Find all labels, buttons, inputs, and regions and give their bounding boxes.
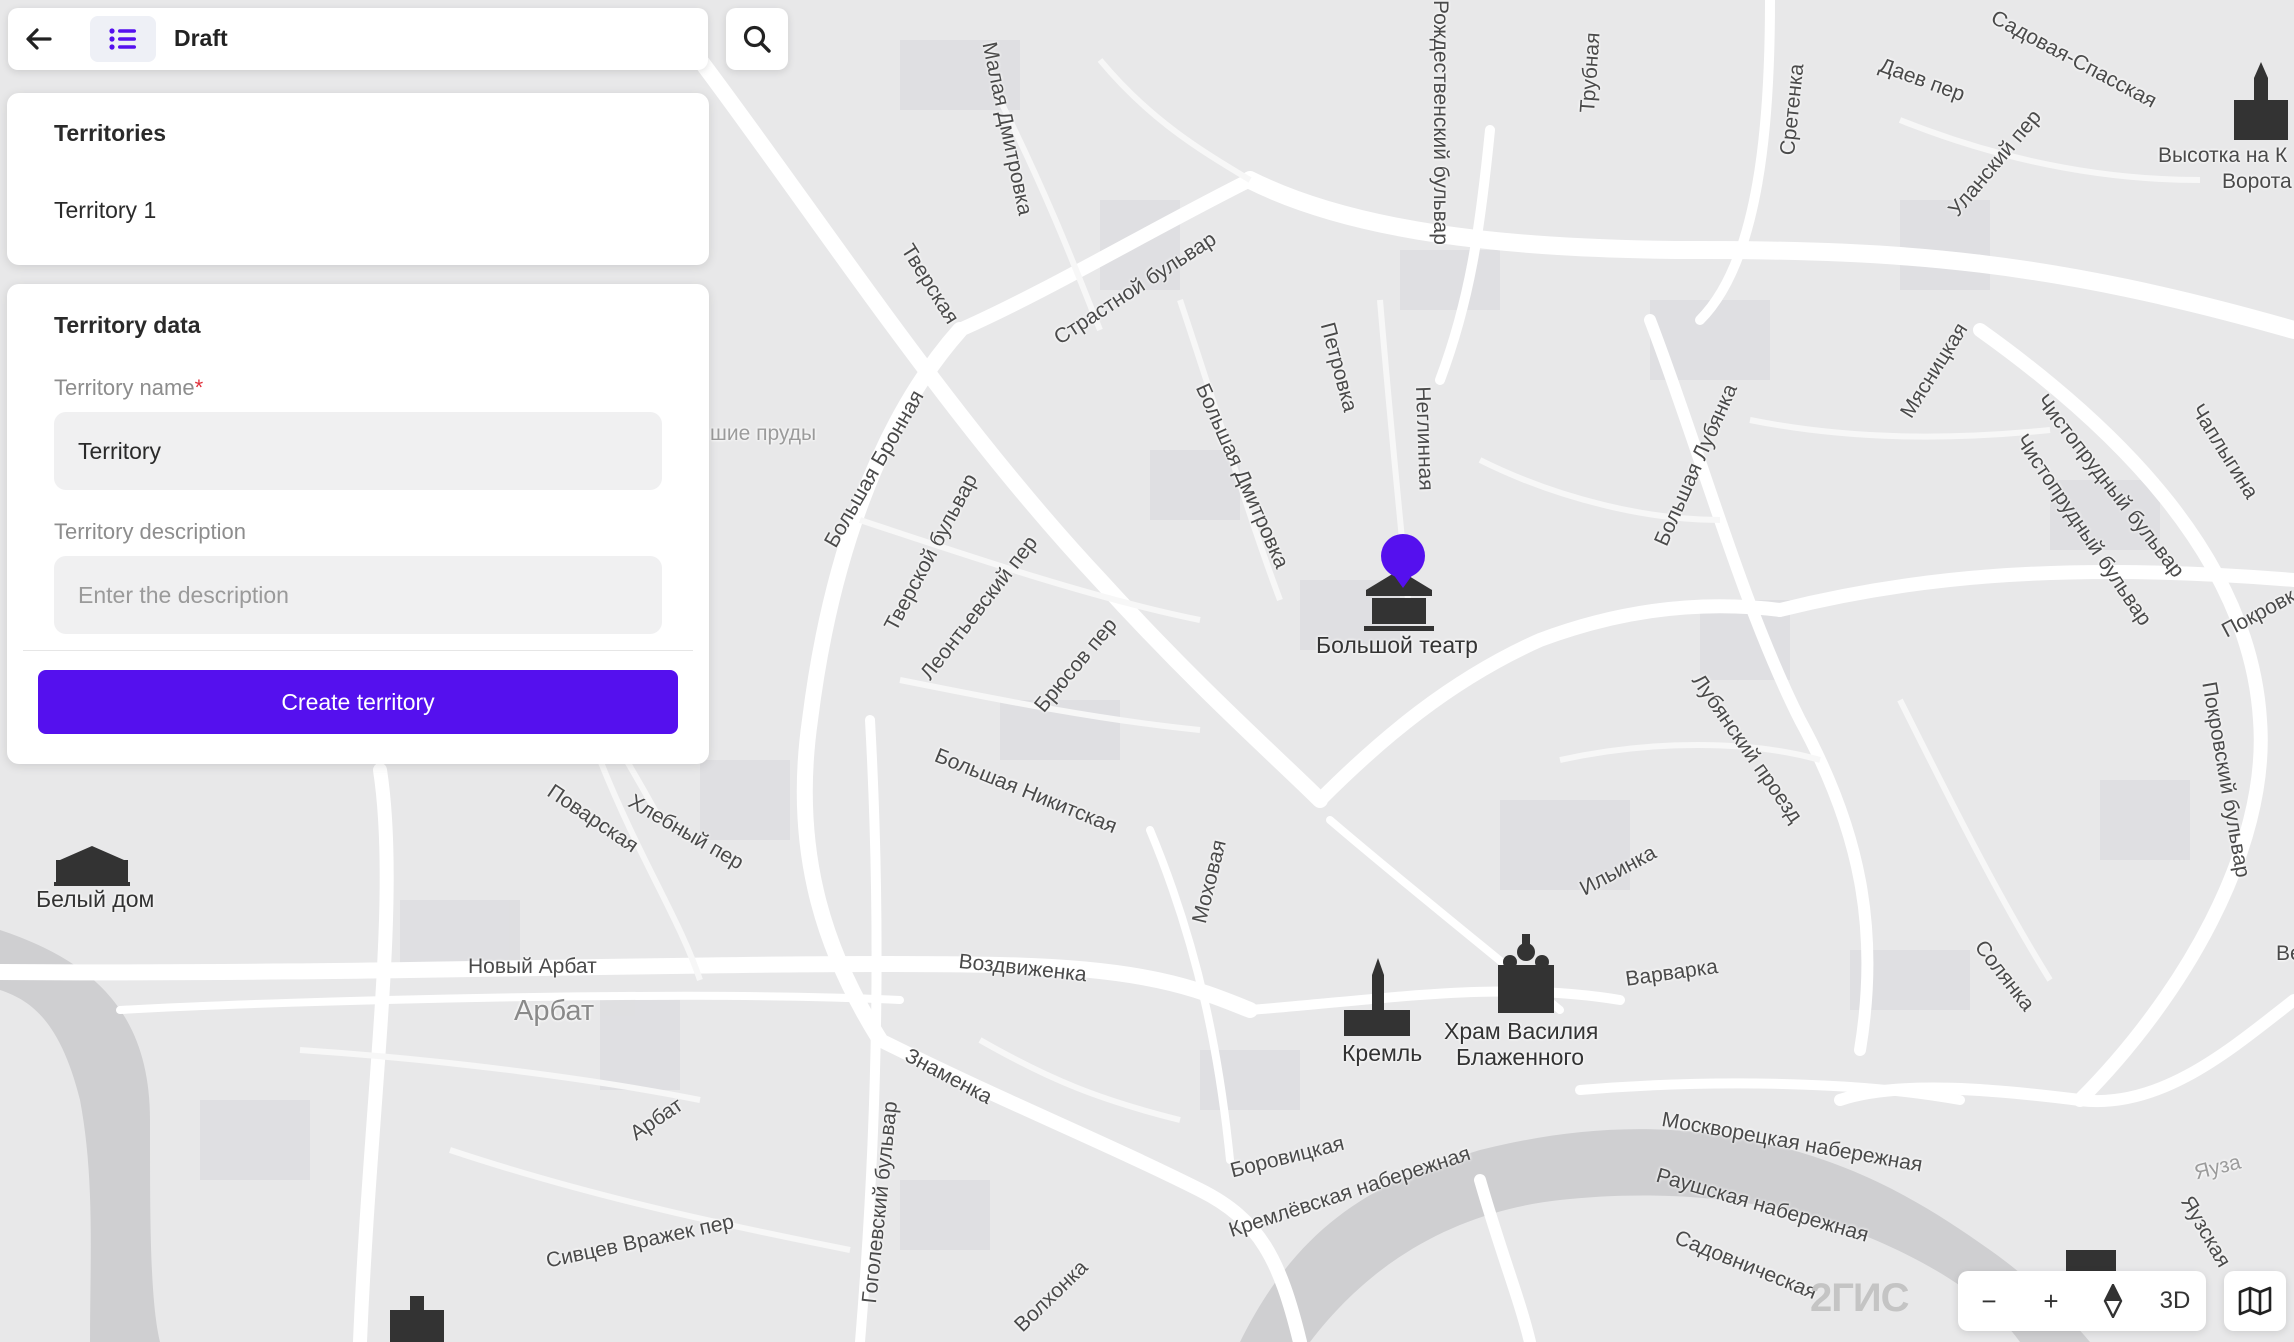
street-label: Рождественский бульвар: [1429, 0, 1452, 245]
street-label: Ве: [2276, 942, 2294, 965]
map-layers-button[interactable]: [2224, 1271, 2286, 1331]
3d-toggle-button[interactable]: 3D: [2144, 1271, 2206, 1331]
territories-heading: Territories: [54, 120, 167, 146]
street-label: Новый Арбат: [468, 955, 597, 978]
pond-label: шие пруды: [710, 422, 817, 445]
3d-label: 3D: [2159, 1287, 2191, 1314]
poi-label-st-basil[interactable]: Храм Василия: [1444, 1018, 1598, 1045]
search-icon: [743, 25, 771, 53]
divider: [23, 650, 693, 651]
territory-data-heading: Territory data: [54, 312, 201, 338]
poi-label-white-house[interactable]: Белый дом: [36, 886, 154, 913]
search-button[interactable]: [726, 8, 788, 70]
map-icon: [2238, 1286, 2272, 1316]
draft-title: Draft: [174, 25, 228, 51]
compass-icon: [2103, 1284, 2123, 1318]
plus-icon: +: [2043, 1285, 2059, 1316]
arrow-left-icon: [26, 28, 52, 50]
territory-name-input[interactable]: [54, 412, 662, 490]
zoom-out-button[interactable]: −: [1958, 1271, 2020, 1331]
back-button[interactable]: [8, 8, 70, 70]
poi-label: Ворота: [2222, 170, 2292, 193]
territory-list-item[interactable]: Territory 1: [54, 197, 156, 224]
map-controls: − + 3D: [1958, 1271, 2206, 1331]
poi-label-bolshoi[interactable]: Большой театр: [1316, 632, 1478, 659]
poi-label: Высотка на К: [2158, 144, 2288, 167]
territory-name-label: Territory name*: [54, 375, 203, 401]
territory-description-input[interactable]: [54, 556, 662, 634]
zoom-in-button[interactable]: +: [2020, 1271, 2082, 1331]
territory-name-label-text: Territory name: [54, 375, 195, 400]
compass-button[interactable]: [2082, 1271, 2144, 1331]
create-territory-button[interactable]: Create territory: [38, 670, 678, 734]
poi-label-st-basil-2[interactable]: Блаженного: [1456, 1044, 1584, 1071]
territory-description-label: Territory description: [54, 519, 246, 544]
list-icon: [109, 28, 136, 50]
street-label: Неглинная: [1411, 386, 1438, 492]
district-label: Арбат: [514, 995, 595, 1027]
territory-data-panel: Territory data Territory name* Territory…: [7, 284, 709, 764]
required-mark: *: [194, 375, 204, 400]
list-toggle-button[interactable]: [90, 16, 156, 62]
top-bar: Draft: [8, 8, 708, 70]
territories-panel: Territories Territory 1: [7, 93, 709, 265]
poi-label-kremlin[interactable]: Кремль: [1342, 1040, 1422, 1067]
minus-icon: −: [1981, 1285, 1997, 1316]
provider-logo: 2ГИС: [1810, 1276, 1910, 1320]
